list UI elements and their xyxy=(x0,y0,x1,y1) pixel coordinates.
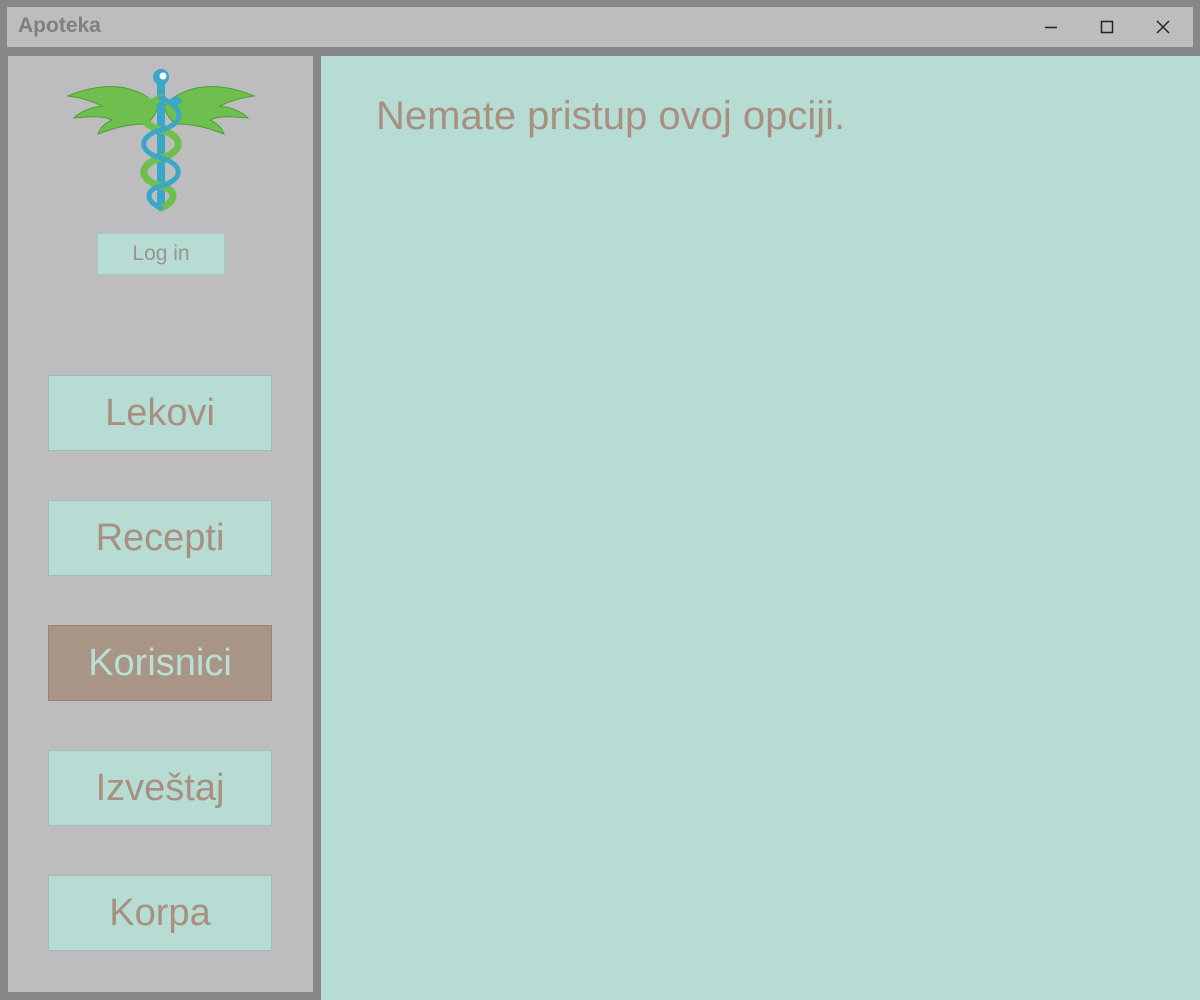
nav-button-izvestaj[interactable]: Izveštaj xyxy=(48,750,272,826)
caduceus-logo xyxy=(66,69,256,212)
maximize-button[interactable] xyxy=(1079,7,1135,47)
maximize-icon xyxy=(1100,20,1114,34)
nav-button-recepti[interactable]: Recepti xyxy=(48,500,272,576)
minimize-icon xyxy=(1045,26,1057,29)
title-bar: Apoteka xyxy=(7,7,1193,47)
main-content: Nemate pristup ovoj opciji. xyxy=(321,56,1200,1000)
nav-button-korpa[interactable]: Korpa xyxy=(48,875,272,951)
minimize-button[interactable] xyxy=(1023,7,1079,47)
window-title: Apoteka xyxy=(18,14,101,37)
nav-button-korisnici[interactable]: Korisnici xyxy=(48,625,272,701)
sidebar: Log in Lekovi Recepti Korisnici Izveštaj… xyxy=(8,56,313,992)
close-icon xyxy=(1156,20,1170,34)
nav-button-lekovi[interactable]: Lekovi xyxy=(48,375,272,451)
login-button[interactable]: Log in xyxy=(97,233,225,275)
close-button[interactable] xyxy=(1135,7,1191,47)
access-denied-message: Nemate pristup ovoj opciji. xyxy=(376,94,846,138)
